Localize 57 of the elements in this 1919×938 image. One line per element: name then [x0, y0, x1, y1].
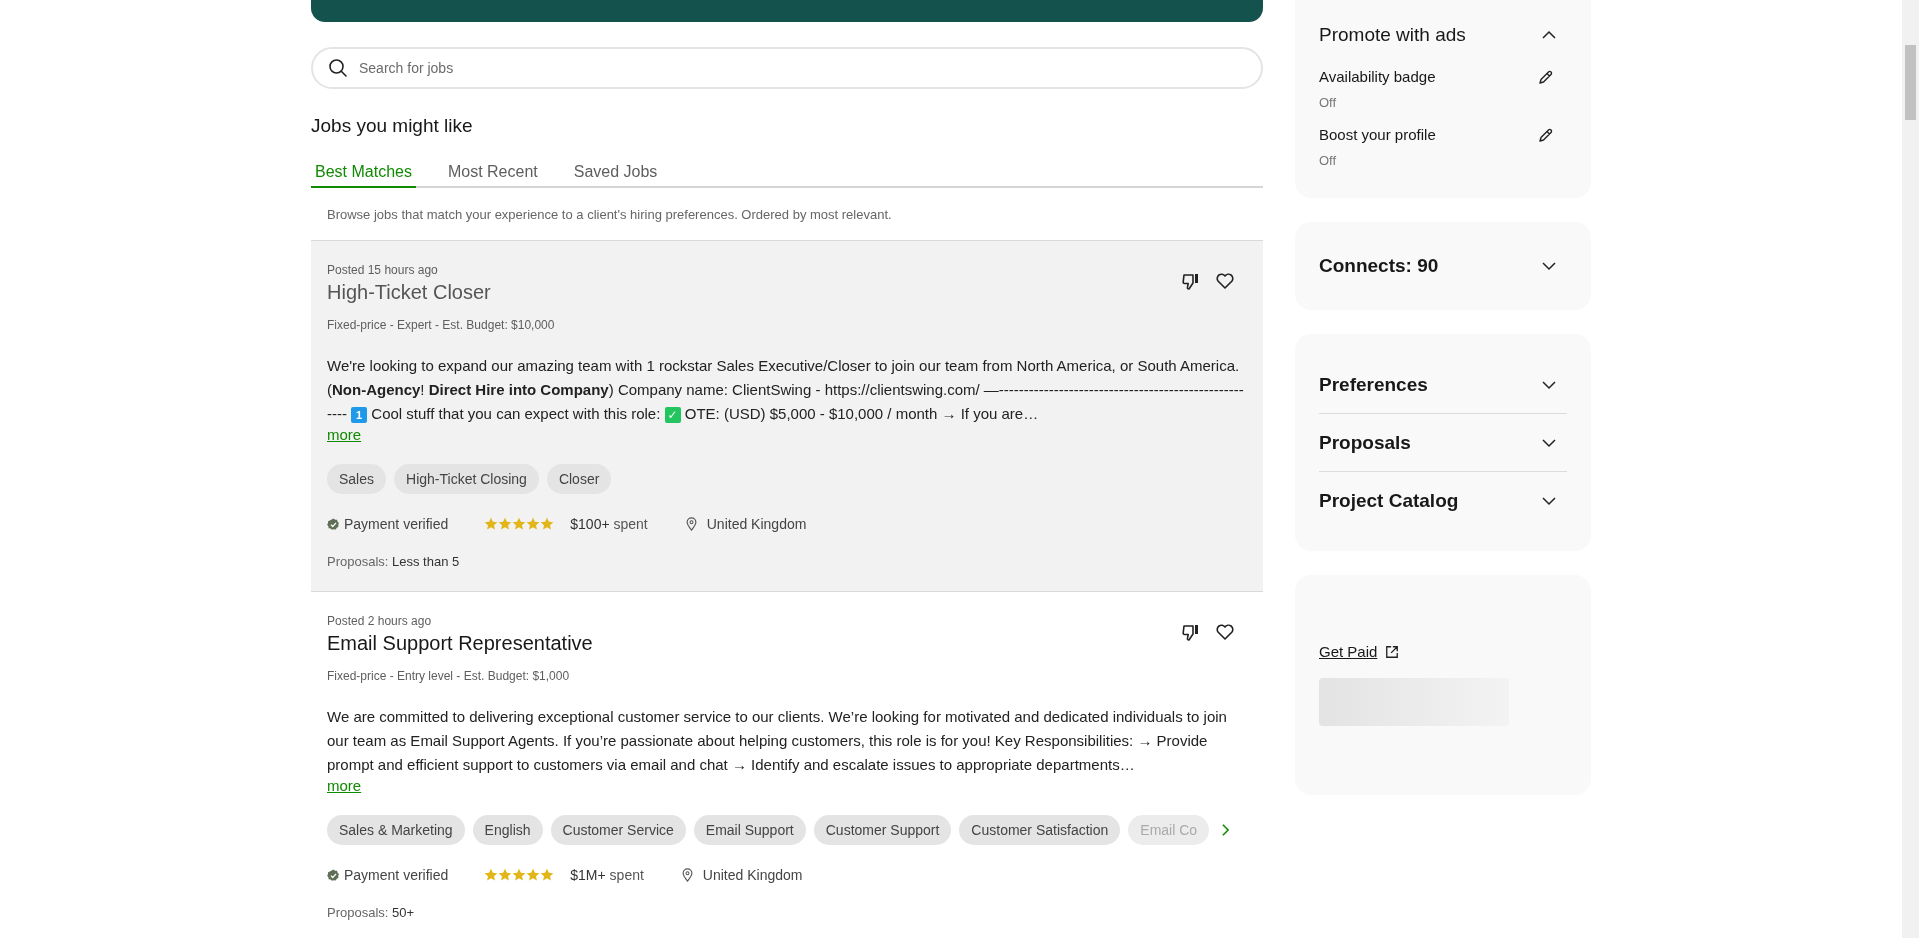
skill-tag[interactable]: High-Ticket Closing [394, 464, 539, 494]
client-location: United Kingdom [702, 867, 803, 883]
search-field[interactable]: Search for jobs [311, 47, 1263, 89]
job-terms: Fixed-price - Entry level - Est. Budget: $1,000 [327, 669, 571, 683]
external-link-icon [1385, 644, 1400, 659]
setting-value: Off [1319, 95, 1338, 110]
proposals-count: Proposals: 50+ [327, 905, 416, 920]
client-spent: $1M+ spent [570, 867, 644, 883]
skill-tag[interactable]: Customer Support [813, 815, 952, 845]
skill-tag[interactable]: Sales & Marketing [327, 815, 465, 845]
pencil-icon[interactable] [1537, 70, 1553, 86]
scrollbar[interactable] [1902, 0, 1919, 938]
skill-tag[interactable]: Customer Service [550, 815, 686, 845]
job-description: We're looking to expand our amazing team with 1 rockstar Sales Executive/Closer to join our team from North America, or South America. (Non-Agency! Direct Hire into Company) Company name: ClientSwing - https://clientswing.com/ —----------------------------------------------------- 1 Cool stuff that you can expect with this role: ✓ OTE: (USD) $5,000 - $10,000 / month → If you are… [327, 356, 1245, 425]
job-title-link[interactable]: Email Support Representative [327, 632, 593, 655]
skill-tag[interactable]: Email Support [693, 815, 806, 845]
section-heading: Jobs you might like [311, 115, 474, 137]
posted-time: Posted 15 hours ago [327, 263, 439, 277]
search-icon [328, 58, 348, 78]
more-link[interactable]: more [327, 426, 362, 443]
client-location: United Kingdom [706, 516, 807, 532]
client-spent: $100+ spent [570, 516, 648, 532]
setting-label: Availability badge [1319, 68, 1436, 85]
skill-tag[interactable]: Sales [327, 464, 387, 494]
job-terms: Fixed-price - Expert - Est. Budget: $10,000 [327, 318, 556, 332]
location-pin-icon [685, 517, 697, 531]
setting-value: Off [1319, 153, 1338, 168]
heart-icon[interactable] [1215, 271, 1235, 291]
get-paid-link[interactable]: Get Paid [1319, 643, 1378, 660]
more-link[interactable]: more [327, 777, 362, 794]
tab[interactable]: Saved Jobs [569, 159, 662, 188]
skill-tag[interactable]: Closer [546, 464, 612, 494]
job-card[interactable] [311, 241, 1263, 592]
posted-time: Posted 2 hours ago [327, 614, 433, 628]
setting-label: Boost your profile [1319, 126, 1436, 143]
payment-status: Payment verified [344, 867, 449, 883]
section-title: Proposals [1319, 431, 1411, 454]
tab[interactable]: Most Recent [443, 159, 542, 188]
card-title: Promote with ads [1319, 24, 1466, 46]
job-title-link[interactable]: High-Ticket Closer [327, 281, 491, 304]
job-description: We are committed to delivering exceptional customer service to our clients. We’re looking for motivated and dedicated individuals to join our team as Email Support Agents. If you’re passionate about helping customers, this role is for you! Key Responsibilities: → Provide prompt and efficient support to customers via email and chat → Identify and escalate issues to appropriate departments… [327, 707, 1228, 775]
tab[interactable]: Best Matches [311, 159, 416, 188]
thumbs-down-icon[interactable] [1181, 271, 1201, 291]
verified-badge-icon [327, 517, 340, 531]
payment-status: Payment verified [344, 516, 449, 532]
proposals-count: Proposals: Less than 5 [327, 554, 461, 569]
thumbs-down-icon[interactable] [1181, 622, 1201, 642]
card-title: Connects: 90 [1319, 255, 1439, 277]
chevron-right-icon[interactable] [1221, 823, 1231, 837]
pencil-icon[interactable] [1537, 128, 1553, 144]
heart-icon[interactable] [1215, 622, 1235, 642]
skill-tag[interactable]: Customer Satisfaction [959, 815, 1121, 845]
verified-badge-icon [327, 868, 340, 882]
section-title: Project Catalog [1319, 489, 1459, 512]
location-pin-icon [681, 868, 693, 882]
section-title: Preferences [1319, 373, 1428, 396]
skill-tag[interactable]: English [472, 815, 543, 845]
